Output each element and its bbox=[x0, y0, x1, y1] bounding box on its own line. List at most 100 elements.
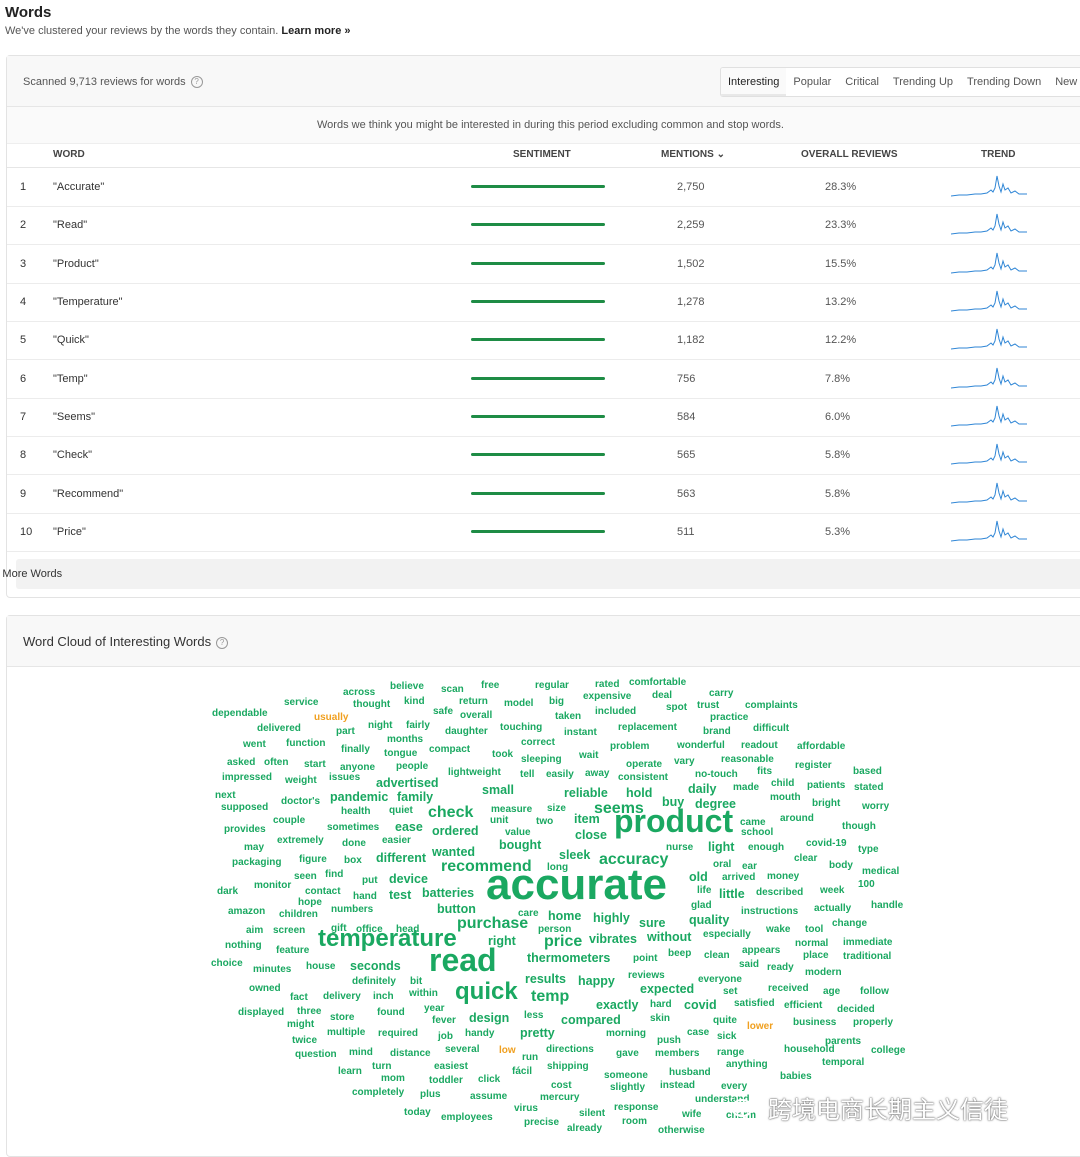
cloud-word[interactable]: happy bbox=[578, 975, 615, 988]
cloud-word[interactable]: wait bbox=[579, 751, 598, 761]
cloud-word[interactable]: sleeping bbox=[521, 755, 562, 765]
cloud-word[interactable]: turn bbox=[372, 1062, 391, 1072]
column-word[interactable]: WORD bbox=[53, 149, 85, 160]
cloud-word[interactable]: temporal bbox=[822, 1058, 864, 1068]
cloud-word[interactable]: room bbox=[622, 1117, 647, 1127]
cloud-word[interactable]: distance bbox=[390, 1049, 431, 1059]
cloud-word[interactable]: start bbox=[304, 760, 326, 770]
cloud-word[interactable]: quick bbox=[455, 980, 518, 1004]
cloud-word[interactable]: difficult bbox=[753, 724, 789, 734]
cloud-word[interactable]: issues bbox=[329, 773, 360, 783]
cloud-word[interactable]: went bbox=[243, 740, 266, 750]
cloud-word[interactable]: quality bbox=[689, 914, 729, 927]
cloud-word[interactable]: tell bbox=[520, 770, 534, 780]
cloud-word[interactable]: twice bbox=[292, 1036, 317, 1046]
row-word[interactable]: "Temperature" bbox=[53, 296, 123, 308]
table-row[interactable]: 4 "Temperature" 1,278 13.2% bbox=[7, 283, 1080, 323]
cloud-word[interactable]: compared bbox=[561, 1014, 621, 1027]
cloud-word[interactable]: question bbox=[295, 1050, 337, 1060]
cloud-word[interactable]: age bbox=[823, 987, 840, 997]
cloud-word[interactable]: beep bbox=[668, 949, 691, 959]
row-word[interactable]: "Price" bbox=[53, 526, 86, 538]
cloud-word[interactable]: week bbox=[820, 886, 844, 896]
cloud-word[interactable]: hand bbox=[353, 892, 377, 902]
cloud-word[interactable]: received bbox=[768, 984, 809, 994]
cloud-word[interactable]: around bbox=[780, 814, 814, 824]
cloud-word[interactable]: today bbox=[404, 1108, 431, 1118]
cloud-word[interactable]: cost bbox=[551, 1081, 572, 1091]
cloud-word[interactable]: part bbox=[336, 727, 355, 737]
cloud-word[interactable]: check bbox=[428, 805, 473, 821]
cloud-word[interactable]: three bbox=[297, 1007, 321, 1017]
cloud-word[interactable]: ready bbox=[767, 963, 794, 973]
cloud-word[interactable]: exactly bbox=[596, 999, 638, 1012]
cloud-word[interactable]: unit bbox=[490, 816, 508, 826]
cloud-word[interactable]: anything bbox=[726, 1060, 768, 1070]
cloud-word[interactable]: business bbox=[793, 1018, 836, 1028]
cloud-word[interactable]: return bbox=[459, 697, 488, 707]
cloud-word[interactable]: consistent bbox=[618, 773, 668, 783]
cloud-word[interactable]: worry bbox=[862, 802, 889, 812]
table-row[interactable]: 9 "Recommend" 563 5.8% bbox=[7, 475, 1080, 514]
cloud-word[interactable]: everyone bbox=[698, 975, 742, 985]
table-row[interactable]: 10 "Price" 511 5.3% bbox=[7, 513, 1080, 553]
row-word[interactable]: "Read" bbox=[53, 219, 87, 231]
cloud-word[interactable]: trust bbox=[697, 701, 719, 711]
cloud-word[interactable]: touching bbox=[500, 723, 542, 733]
cloud-word[interactable]: efficient bbox=[784, 1001, 822, 1011]
cloud-word[interactable]: carry bbox=[709, 689, 733, 699]
cloud-word[interactable]: dark bbox=[217, 887, 238, 897]
cloud-word[interactable]: wake bbox=[766, 925, 790, 935]
cloud-word[interactable]: seen bbox=[294, 872, 317, 882]
cloud-word[interactable]: monitor bbox=[254, 881, 291, 891]
cloud-word[interactable]: follow bbox=[860, 987, 889, 997]
cloud-word[interactable]: home bbox=[548, 910, 581, 923]
cloud-word[interactable]: affordable bbox=[797, 742, 845, 752]
cloud-word[interactable]: instructions bbox=[741, 907, 798, 917]
cloud-word[interactable]: comfortable bbox=[629, 678, 686, 688]
cloud-word[interactable]: place bbox=[803, 951, 829, 961]
cloud-word[interactable]: reasonable bbox=[721, 755, 774, 765]
cloud-word[interactable]: fever bbox=[432, 1016, 456, 1026]
cloud-word[interactable]: pretty bbox=[520, 1027, 555, 1040]
cloud-word[interactable]: amazon bbox=[228, 907, 265, 917]
cloud-word[interactable]: easier bbox=[382, 836, 411, 846]
table-row[interactable]: 6 "Temp" 756 7.8% bbox=[7, 360, 1080, 399]
help-icon[interactable]: ? bbox=[190, 76, 203, 88]
cloud-word[interactable]: 100 bbox=[858, 880, 875, 890]
cloud-word[interactable]: sick bbox=[717, 1032, 736, 1042]
cloud-word[interactable]: shipping bbox=[547, 1062, 589, 1072]
cloud-word[interactable]: function bbox=[286, 739, 325, 749]
cloud-word[interactable]: feature bbox=[276, 946, 309, 956]
cloud-word[interactable]: child bbox=[771, 779, 794, 789]
cloud-word[interactable]: accurate bbox=[486, 863, 667, 907]
show-more-words-button[interactable]: Show More Words bbox=[0, 559, 1080, 589]
cloud-word[interactable]: fact bbox=[290, 993, 308, 1003]
cloud-word[interactable]: months bbox=[387, 735, 423, 745]
cloud-word[interactable]: figure bbox=[299, 855, 327, 865]
row-word[interactable]: "Product" bbox=[53, 258, 99, 270]
cloud-word[interactable]: easily bbox=[546, 770, 574, 780]
tab-new[interactable]: New bbox=[1048, 68, 1080, 96]
cloud-word[interactable]: fits bbox=[757, 767, 772, 777]
cloud-word[interactable]: otherwise bbox=[658, 1126, 705, 1136]
cloud-word[interactable]: correct bbox=[521, 738, 555, 748]
cloud-word[interactable]: inch bbox=[373, 992, 394, 1002]
cloud-word[interactable]: free bbox=[481, 681, 499, 691]
cloud-word[interactable]: impressed bbox=[222, 773, 272, 783]
cloud-word[interactable]: size bbox=[547, 804, 566, 814]
table-row[interactable]: 7 "Seems" 584 6.0% bbox=[7, 398, 1080, 438]
cloud-word[interactable]: tongue bbox=[384, 749, 417, 759]
cloud-word[interactable]: body bbox=[829, 861, 853, 871]
cloud-word[interactable]: mom bbox=[381, 1074, 405, 1084]
cloud-word[interactable]: practice bbox=[710, 713, 748, 723]
cloud-word[interactable]: different bbox=[376, 852, 426, 865]
cloud-word[interactable]: range bbox=[717, 1048, 744, 1058]
cloud-word[interactable]: easiest bbox=[434, 1062, 468, 1072]
cloud-word[interactable]: may bbox=[244, 843, 264, 853]
cloud-word[interactable]: family bbox=[397, 791, 433, 804]
cloud-word[interactable]: properly bbox=[853, 1018, 893, 1028]
cloud-word[interactable]: find bbox=[325, 870, 343, 880]
cloud-word[interactable]: replacement bbox=[618, 723, 677, 733]
cloud-word[interactable]: displayed bbox=[238, 1008, 284, 1018]
